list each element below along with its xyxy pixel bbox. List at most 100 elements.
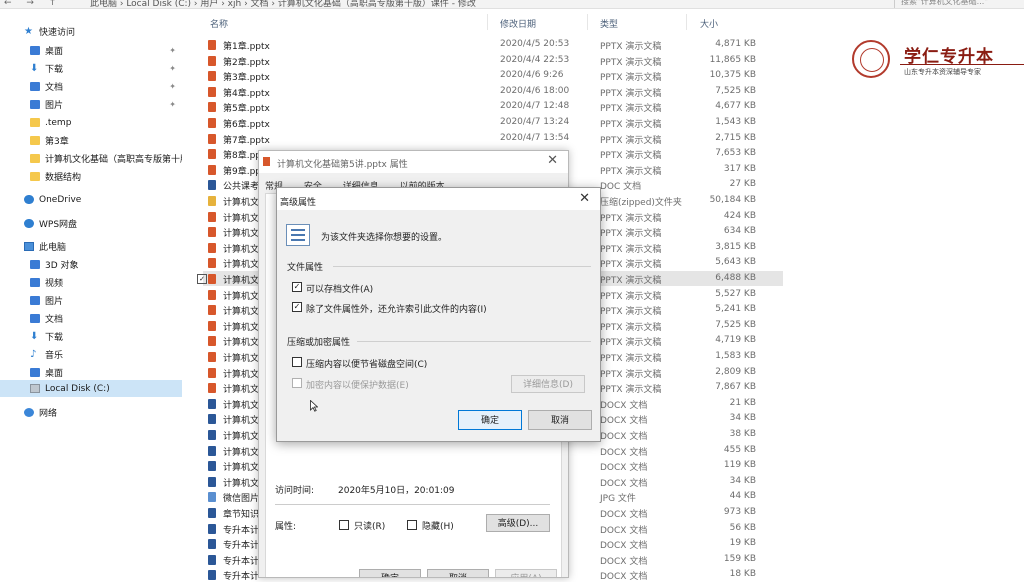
sidebar-item[interactable]: 此电脑: [0, 238, 182, 255]
archive-label[interactable]: 可以存档文件(A): [306, 282, 373, 295]
file-type: DOCX 文档: [600, 541, 648, 552]
properties-ok-button[interactable]: 确定: [359, 569, 421, 577]
zip-file-icon: [208, 196, 216, 206]
file-type: PPTX 演示文稿: [600, 260, 662, 271]
sidebar-item[interactable]: 文档: [0, 310, 182, 327]
sidebar-item[interactable]: 数据结构: [0, 168, 182, 185]
sidebar-item[interactable]: OneDrive: [0, 191, 182, 208]
advanced-ok-button[interactable]: 确定: [458, 410, 522, 430]
properties-titlebar[interactable]: 计算机文化基础第5讲.pptx 属性 ✕: [259, 151, 568, 173]
table-row[interactable]: 第2章.pptx 2020/4/4 22:53 PPTX 演示文稿 11,865 KB: [203, 53, 783, 68]
apply-button[interactable]: 应用(A): [495, 569, 557, 577]
file-type: PPTX 演示文稿: [600, 291, 662, 302]
sidebar-item[interactable]: 第3章: [0, 132, 182, 149]
column-separator[interactable]: [686, 14, 687, 30]
file-size: 2,809 KB: [715, 366, 756, 377]
sidebar-item[interactable]: WPS网盘: [0, 215, 182, 232]
table-row[interactable]: 第6章.pptx 2020/4/7 13:24 PPTX 演示文稿 1,543 KB: [203, 115, 783, 130]
sidebar-item-label: 此电脑: [39, 243, 67, 253]
file-type: PPTX 演示文稿: [600, 88, 662, 99]
sidebar-item-label: OneDrive: [39, 194, 82, 205]
details-button[interactable]: 详细信息(D): [511, 375, 585, 393]
hidden-label[interactable]: 隐藏(H): [422, 519, 454, 532]
properties-cancel-button[interactable]: 取消: [427, 569, 489, 577]
close-icon[interactable]: ✕: [579, 191, 590, 206]
table-row[interactable]: 第4章.pptx 2020/4/6 18:00 PPTX 演示文稿 7,525 KB: [203, 84, 783, 99]
file-name: 计算机文: [223, 260, 260, 271]
column-header-size[interactable]: 大小: [700, 17, 718, 30]
ppt-file-icon: [208, 274, 216, 284]
file-size: 10,375 KB: [709, 70, 756, 81]
pin-icon: ✦: [169, 46, 176, 55]
breadcrumb[interactable]: 此电脑 › Local Disk (C:) › 用户 › xjh › 文档 › …: [90, 0, 860, 8]
hidden-checkbox[interactable]: [407, 520, 417, 530]
file-type: DOCX 文档: [600, 432, 648, 442]
encrypt-checkbox[interactable]: [292, 378, 302, 388]
sidebar-item[interactable]: 3D 对象: [0, 256, 182, 273]
column-header-type[interactable]: 类型: [600, 17, 618, 30]
file-type: DOCX 文档: [600, 463, 648, 474]
column-header-name[interactable]: 名称: [210, 17, 228, 30]
file-type: PPTX 演示文稿: [600, 307, 662, 318]
sidebar-item[interactable]: 计算机文化基础（高职高专版第十版: [0, 150, 182, 167]
ppt-file-icon: [208, 102, 216, 113]
logo-subtitle: 山东专升本资深辅导专家: [904, 68, 981, 76]
file-size: 455 KB: [723, 444, 756, 455]
sidebar-item[interactable]: .temp: [0, 114, 182, 131]
sidebar-item[interactable]: ⬇ 下载 ✦: [0, 60, 182, 77]
archive-checkbox[interactable]: ✓: [292, 282, 302, 292]
doc-file-icon: [208, 398, 216, 409]
table-row[interactable]: 第7章.pptx 2020/4/7 13:54 PPTX 演示文稿 2,715 KB: [203, 131, 783, 146]
index-label[interactable]: 除了文件属性外，还允许索引此文件的内容(I): [306, 302, 487, 315]
compress-label[interactable]: 压缩内容以便节省磁盘空间(C): [306, 357, 427, 370]
encrypt-label[interactable]: 加密内容以便保护数据(E): [306, 378, 409, 391]
readonly-label[interactable]: 只读(R): [354, 519, 385, 532]
close-icon[interactable]: ✕: [547, 153, 558, 168]
nav-buttons[interactable]: ← → ↑: [4, 0, 62, 8]
file-name: 计算机文: [223, 416, 260, 427]
sidebar-item[interactable]: 桌面 ✦: [0, 42, 182, 59]
readonly-checkbox[interactable]: [339, 520, 349, 530]
ppt-file-icon: [208, 336, 216, 347]
sidebar-item[interactable]: 视频: [0, 274, 182, 291]
table-row[interactable]: 第1章.pptx 2020/4/5 20:53 PPTX 演示文稿 4,871 KB: [203, 37, 783, 52]
ppt-file-icon: [208, 133, 216, 144]
sidebar-item[interactable]: Local Disk (C:): [0, 380, 182, 397]
file-type: PPTX 演示文稿: [600, 385, 662, 396]
pptx-file-icon: [263, 157, 270, 166]
sidebar-item[interactable]: ★ 快速访问: [0, 23, 182, 40]
sidebar-item-label: 第3章: [45, 137, 69, 147]
table-row[interactable]: 第3章.pptx 2020/4/6 9:26 PPTX 演示文稿 10,375 KB: [203, 68, 783, 83]
sidebar-item[interactable]: 图片 ✦: [0, 96, 182, 113]
column-header-date[interactable]: 修改日期: [500, 17, 536, 30]
sidebar-item-label: 下载: [45, 333, 64, 343]
music-icon: ♪: [30, 349, 37, 360]
row-checkbox[interactable]: ✓: [197, 274, 207, 284]
ppt-file-icon: [208, 367, 216, 378]
advanced-attributes-dialog: 高级属性 ✕ 为该文件夹选择你想要的设置。 文件属性 ✓ 可以存档文件(A) ✓…: [276, 187, 601, 442]
search-input[interactable]: 搜索"计算机文化基础...": [894, 0, 1024, 8]
file-size: 11,865 KB: [709, 54, 756, 65]
column-separator[interactable]: [587, 14, 588, 30]
advanced-button[interactable]: 高级(D)...: [486, 514, 550, 532]
sidebar-item[interactable]: ⬇ 下载: [0, 328, 182, 345]
sidebar-item[interactable]: 桌面: [0, 364, 182, 381]
sidebar-item[interactable]: 图片: [0, 292, 182, 309]
file-type: PPTX 演示文稿: [600, 120, 662, 130]
index-checkbox[interactable]: ✓: [292, 302, 302, 312]
sidebar-item[interactable]: ♪ 音乐: [0, 346, 182, 363]
sidebar-item[interactable]: 网络: [0, 404, 182, 421]
doc-file-icon: [208, 445, 216, 456]
advanced-titlebar[interactable]: 高级属性 ✕: [277, 188, 600, 210]
sidebar-item-label: 文档: [45, 83, 64, 93]
ppt-file-icon: [208, 55, 216, 66]
advanced-cancel-button[interactable]: 取消: [528, 410, 592, 430]
sidebar-item[interactable]: 文档 ✦: [0, 78, 182, 95]
compress-checkbox[interactable]: [292, 357, 302, 367]
column-separator[interactable]: [487, 14, 488, 30]
table-row[interactable]: 第5章.pptx 2020/4/7 12:48 PPTX 演示文稿 4,677 KB: [203, 99, 783, 114]
file-type: PPTX 演示文稿: [600, 166, 662, 177]
file-name: 第5章.pptx: [223, 104, 270, 115]
file-date: 2020/4/7 13:24: [500, 117, 570, 127]
doc-file-icon: [208, 539, 216, 550]
